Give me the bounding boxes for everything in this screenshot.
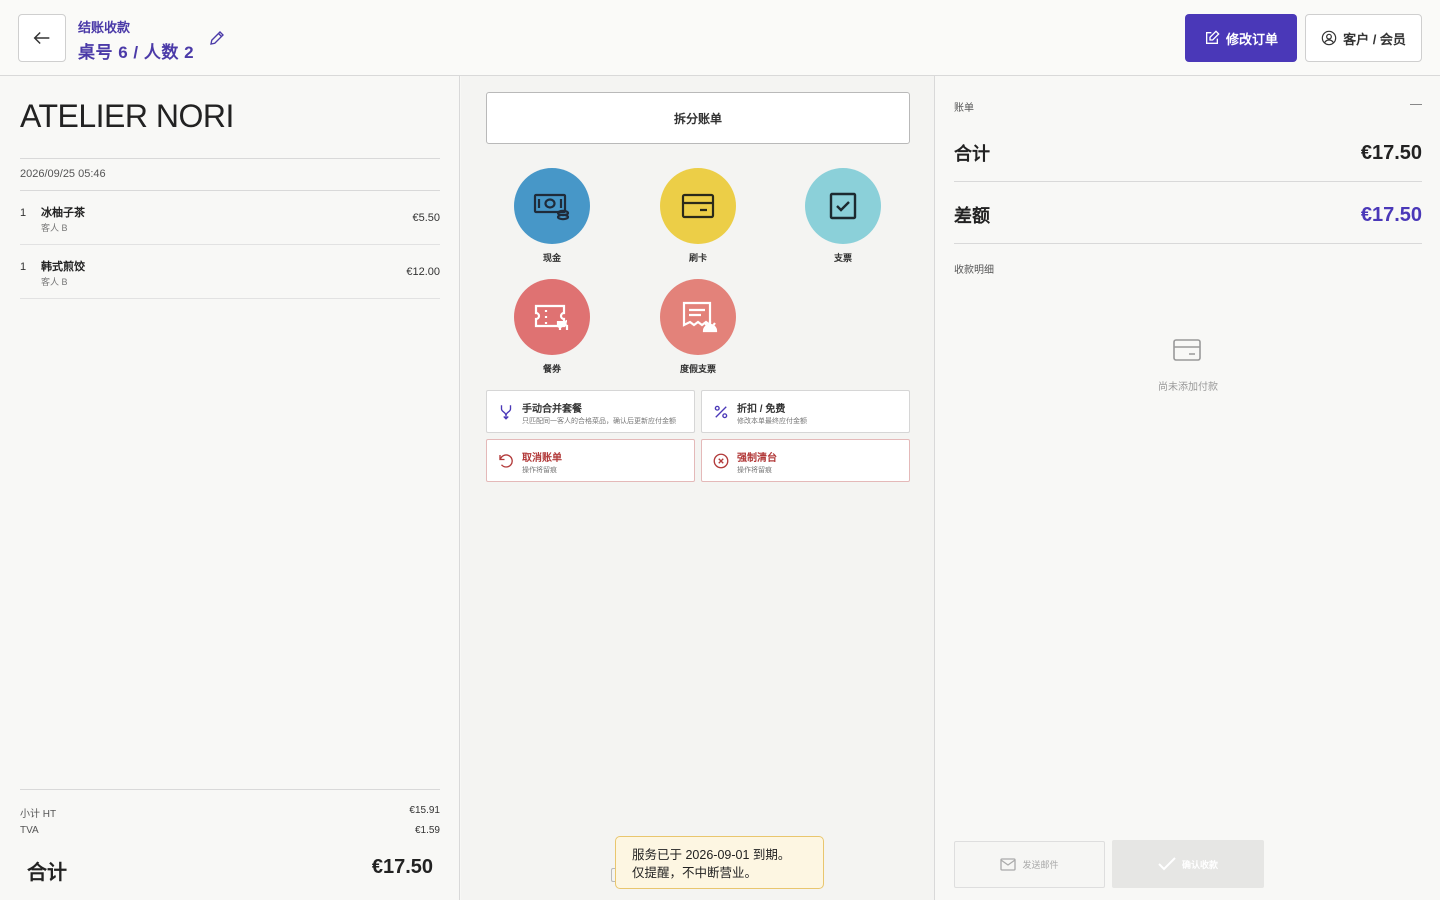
bill-diff-label: 差额 — [954, 206, 990, 226]
manual-combo-title: 手动合并套餐 — [522, 404, 582, 415]
card-icon — [1173, 339, 1201, 361]
subtotal-value: €15.91 — [409, 805, 440, 816]
divider — [954, 181, 1422, 182]
top-header: 结账收款 桌号 6 / 人数 2 修改订单 客户 / 会员 — [0, 0, 1440, 76]
send-email-button[interactable]: 发送邮件 — [954, 841, 1105, 888]
divider — [954, 243, 1422, 244]
pay-cash-circle — [514, 168, 590, 244]
discount-free-desc: 修改本单最终应付金额 — [737, 418, 807, 425]
customer-member-label: 客户 / 会员 — [1343, 31, 1406, 47]
bill-diff-value: €17.50 — [1360, 203, 1422, 226]
pay-check-circle — [805, 168, 881, 244]
cash-icon — [533, 193, 570, 221]
pay-holiday-voucher-circle — [660, 279, 736, 355]
force-clear-table-desc: 操作将留痕 — [737, 467, 772, 474]
toast-line-2: 仅提醒，不中断营业。 — [632, 866, 758, 880]
meal-voucher-icon — [534, 304, 569, 330]
item-guest: 客人 B — [41, 223, 68, 233]
pay-holiday-voucher-button[interactable]: 度假支票 — [653, 279, 743, 375]
confirm-payment-label: 确认收款 — [1181, 859, 1218, 870]
bill-diff-row: 差额 €17.50 — [954, 202, 1422, 228]
pay-check-label: 支票 — [833, 253, 852, 263]
force-clear-table-button[interactable]: 强制清台 操作将留痕 — [701, 439, 910, 482]
pay-holiday-voucher-label: 度假支票 — [679, 364, 716, 374]
subtotal-line: 小计 HT €15.91 — [20, 805, 440, 820]
receipt-panel: ATELIER NORI 2026/09/25 05:46 1 冰柚子茶 客人 … — [0, 76, 460, 900]
discount-free-button[interactable]: 折扣 / 免费 修改本单最终应付金额 — [701, 390, 910, 433]
send-email-label: 发送邮件 — [1022, 860, 1059, 870]
no-payment-text: 尚未添加付款 — [1158, 382, 1218, 393]
confirm-payment-button[interactable]: 确认收款 — [1112, 840, 1264, 888]
payment-details-label: 收款明细 — [954, 265, 994, 276]
tax-line: TVA €1.59 — [20, 825, 440, 836]
customer-member-button[interactable]: 客户 / 会员 — [1305, 14, 1422, 62]
pay-card-label: 刷卡 — [688, 253, 707, 263]
manual-combo-desc: 只匹配同一客人的合格菜品，确认后更新应付金额 — [522, 418, 676, 425]
divider — [20, 789, 440, 790]
pay-meal-voucher-button[interactable]: 餐券 — [507, 279, 597, 375]
holiday-voucher-icon — [682, 301, 718, 333]
payment-panel: 拆分账单 现金 刷卡 支票 餐券 度假支票 手动合并套餐 只匹配同一客人的合格菜… — [461, 76, 935, 900]
receipt-total-value: €17.50 — [371, 856, 433, 878]
collapse-icon[interactable] — [1410, 104, 1422, 105]
close-circle-icon — [713, 453, 729, 469]
cancel-bill-button[interactable]: 取消账单 操作将留痕 — [486, 439, 695, 482]
receipt-datetime: 2026/09/25 05:46 — [20, 168, 106, 180]
pay-check-button[interactable]: 支票 — [798, 168, 888, 264]
pay-cash-label: 现金 — [542, 253, 561, 263]
toast-line-1: 服务已于 2026-09-01 到期。 — [632, 848, 791, 862]
percent-icon — [714, 405, 728, 419]
receipt-item-row[interactable]: 1 冰柚子茶 客人 B €5.50 — [20, 191, 440, 245]
pencil-icon[interactable] — [208, 29, 226, 47]
shop-name: ATELIER NORI — [20, 98, 234, 134]
pay-meal-voucher-label: 餐券 — [542, 364, 561, 374]
bill-total-label: 合计 — [954, 144, 990, 164]
force-clear-table-title: 强制清台 — [737, 453, 777, 464]
item-price: €12.00 — [406, 266, 440, 278]
discount-free-title: 折扣 / 免费 — [737, 404, 786, 415]
manual-combo-button[interactable]: 手动合并套餐 只匹配同一客人的合格菜品，确认后更新应付金额 — [486, 390, 695, 433]
back-button[interactable] — [18, 14, 66, 62]
bill-section-label: 账单 — [954, 103, 974, 114]
merge-icon — [500, 405, 512, 420]
item-price: €5.50 — [412, 212, 440, 224]
cancel-bill-title: 取消账单 — [522, 453, 562, 464]
item-quantity: 1 — [20, 207, 27, 219]
subtotal-label: 小计 HT — [20, 809, 57, 820]
tax-label: TVA — [20, 825, 39, 836]
item-name: 冰柚子茶 — [41, 207, 85, 219]
check-icon — [1158, 857, 1176, 871]
bill-total-value: €17.50 — [1360, 141, 1422, 164]
cancel-bill-desc: 操作将留痕 — [522, 467, 557, 474]
pay-card-button[interactable]: 刷卡 — [653, 168, 743, 264]
bill-total-row: 合计 €17.50 — [954, 140, 1422, 166]
table-info-title: 桌号 6 / 人数 2 — [78, 43, 195, 62]
divider — [20, 158, 440, 159]
pay-cash-button[interactable]: 现金 — [507, 168, 597, 264]
pay-meal-voucher-circle — [514, 279, 590, 355]
item-guest: 客人 B — [41, 277, 68, 287]
receipt-item-row[interactable]: 1 韩式煎饺 客人 B €12.00 — [20, 245, 440, 299]
service-expiry-toast: 服务已于 2026-09-01 到期。 仅提醒，不中断营业。 — [615, 836, 824, 889]
modify-order-button[interactable]: 修改订单 — [1185, 14, 1297, 62]
item-quantity: 1 — [20, 261, 27, 273]
split-bill-button[interactable]: 拆分账单 — [486, 92, 910, 144]
check-square-icon — [829, 192, 857, 220]
undo-icon — [499, 454, 513, 468]
mail-icon — [1000, 858, 1017, 871]
card-icon — [681, 193, 715, 219]
receipt-total: 合计 €17.50 — [27, 856, 433, 885]
item-name: 韩式煎饺 — [41, 261, 85, 273]
modify-order-label: 修改订单 — [1225, 31, 1278, 47]
tax-value: €1.59 — [414, 825, 440, 836]
arrow-left-icon — [33, 31, 50, 45]
edit-square-icon — [1205, 30, 1220, 44]
receipt-total-label: 合计 — [27, 862, 67, 884]
user-circle-icon — [1321, 30, 1337, 46]
page-subtitle: 结账收款 — [78, 20, 131, 35]
pay-card-circle — [660, 168, 736, 244]
bill-panel: 账单 合计 €17.50 差额 €17.50 收款明细 尚未添加付款 发送邮件 … — [936, 76, 1440, 900]
